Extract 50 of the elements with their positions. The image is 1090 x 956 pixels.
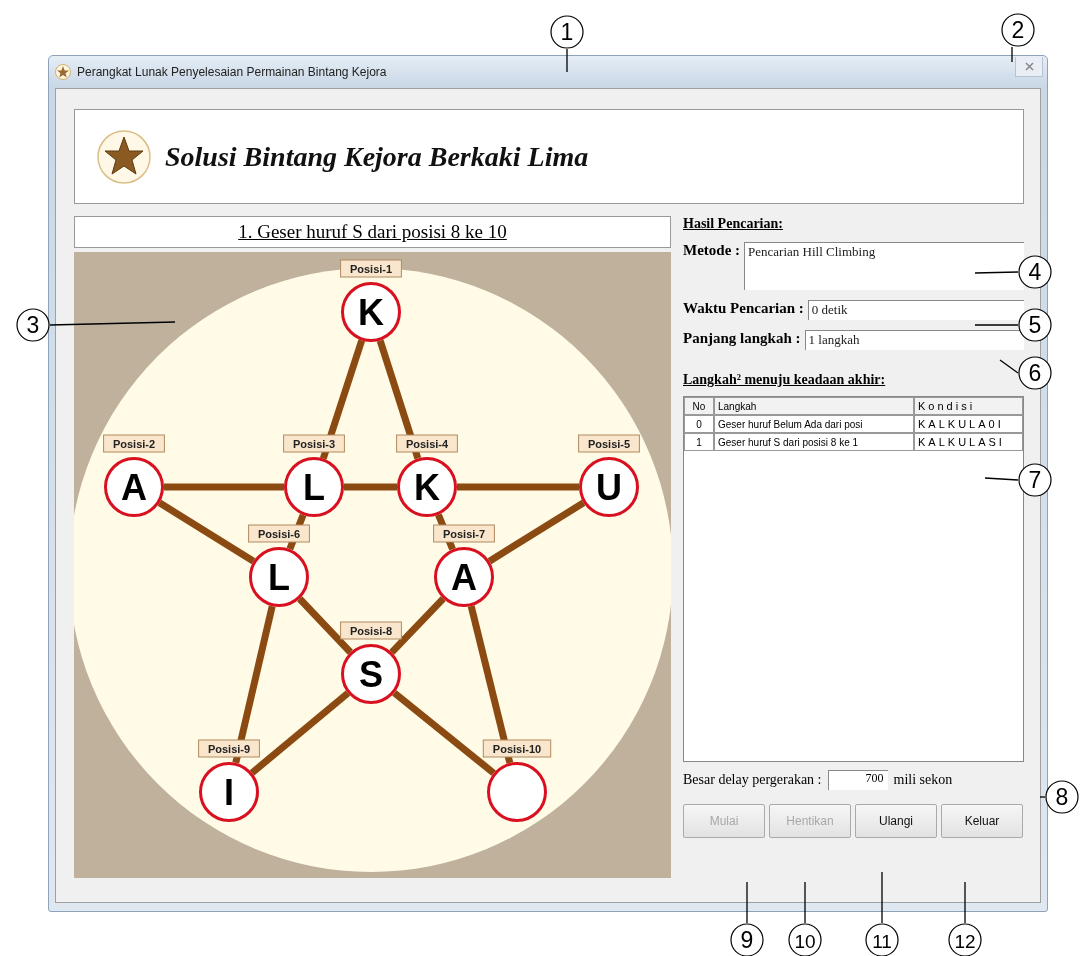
column-header[interactable]: Kondisi xyxy=(914,397,1023,415)
field-label: Waktu Pencarian : xyxy=(683,300,804,317)
text-area[interactable]: Pencarian Hill Climbing xyxy=(744,242,1024,290)
star-icon xyxy=(55,64,71,80)
letter-node[interactable]: L xyxy=(284,457,344,517)
position-label: Posisi-2 xyxy=(103,434,165,453)
position-label: Posisi-7 xyxy=(433,524,495,543)
position-label: Posisi-10 xyxy=(482,739,552,758)
delay-field[interactable]: 700 xyxy=(827,770,888,790)
letter-node[interactable]: A xyxy=(434,547,494,607)
delay-label: Besar delay pergerakan : xyxy=(683,772,822,788)
action-button[interactable]: Keluar xyxy=(941,804,1023,838)
letter-node[interactable]: S xyxy=(341,644,401,704)
close-button[interactable] xyxy=(1015,57,1043,77)
table-cell: KALKULA0I xyxy=(914,415,1023,433)
results-heading: Hasil Pencarian: xyxy=(683,216,784,232)
position-label: Posisi-4 xyxy=(396,434,458,453)
letter-node[interactable]: K xyxy=(397,457,457,517)
table-cell: KALKULASI xyxy=(914,433,1023,451)
step-caption: 1. Geser huruf S dari posisi 8 ke 10 xyxy=(74,216,671,248)
table-cell: 0 xyxy=(684,415,714,433)
position-label: Posisi-3 xyxy=(283,434,345,453)
letter-node[interactable]: I xyxy=(199,762,259,822)
action-button[interactable]: Ulangi xyxy=(855,804,937,838)
close-icon xyxy=(1024,62,1034,71)
table-cell: 1 xyxy=(684,433,714,451)
table-cell: Geser huruf S dari posisi 8 ke 1 xyxy=(714,433,914,451)
letter-node[interactable]: K xyxy=(341,282,401,342)
letter-node[interactable] xyxy=(487,762,547,822)
text-field[interactable]: 0 detik xyxy=(807,300,1024,320)
position-label: Posisi-9 xyxy=(198,739,260,758)
field-label: Metode : xyxy=(683,242,741,259)
window-title: Perangkat Lunak Penyelesaian Permainan Bintang Kejora xyxy=(77,65,388,79)
letter-node[interactable]: A xyxy=(104,457,164,517)
position-label: Posisi-5 xyxy=(578,434,640,453)
steps-heading: Langkah² menuju keadaan akhir: xyxy=(683,372,887,388)
field-label: Panjang langkah : xyxy=(683,330,801,347)
column-header[interactable]: No xyxy=(684,397,714,415)
column-header[interactable]: Langkah xyxy=(714,397,914,415)
text-field[interactable]: 1 langkah xyxy=(804,330,1024,350)
unit-label: mili sekon xyxy=(893,772,953,788)
edge-line xyxy=(344,483,397,491)
position-label: Posisi-1 xyxy=(340,259,402,278)
position-label: Posisi-6 xyxy=(248,524,310,543)
table-cell: Geser huruf Belum Ada dari posi xyxy=(714,415,914,433)
header-title: Solusi Bintang Kejora Berkaki Lima xyxy=(165,140,589,173)
letter-node[interactable]: U xyxy=(579,457,639,517)
position-label: Posisi-8 xyxy=(340,621,402,640)
letter-node[interactable]: L xyxy=(249,547,309,607)
star-logo-icon xyxy=(97,129,151,184)
